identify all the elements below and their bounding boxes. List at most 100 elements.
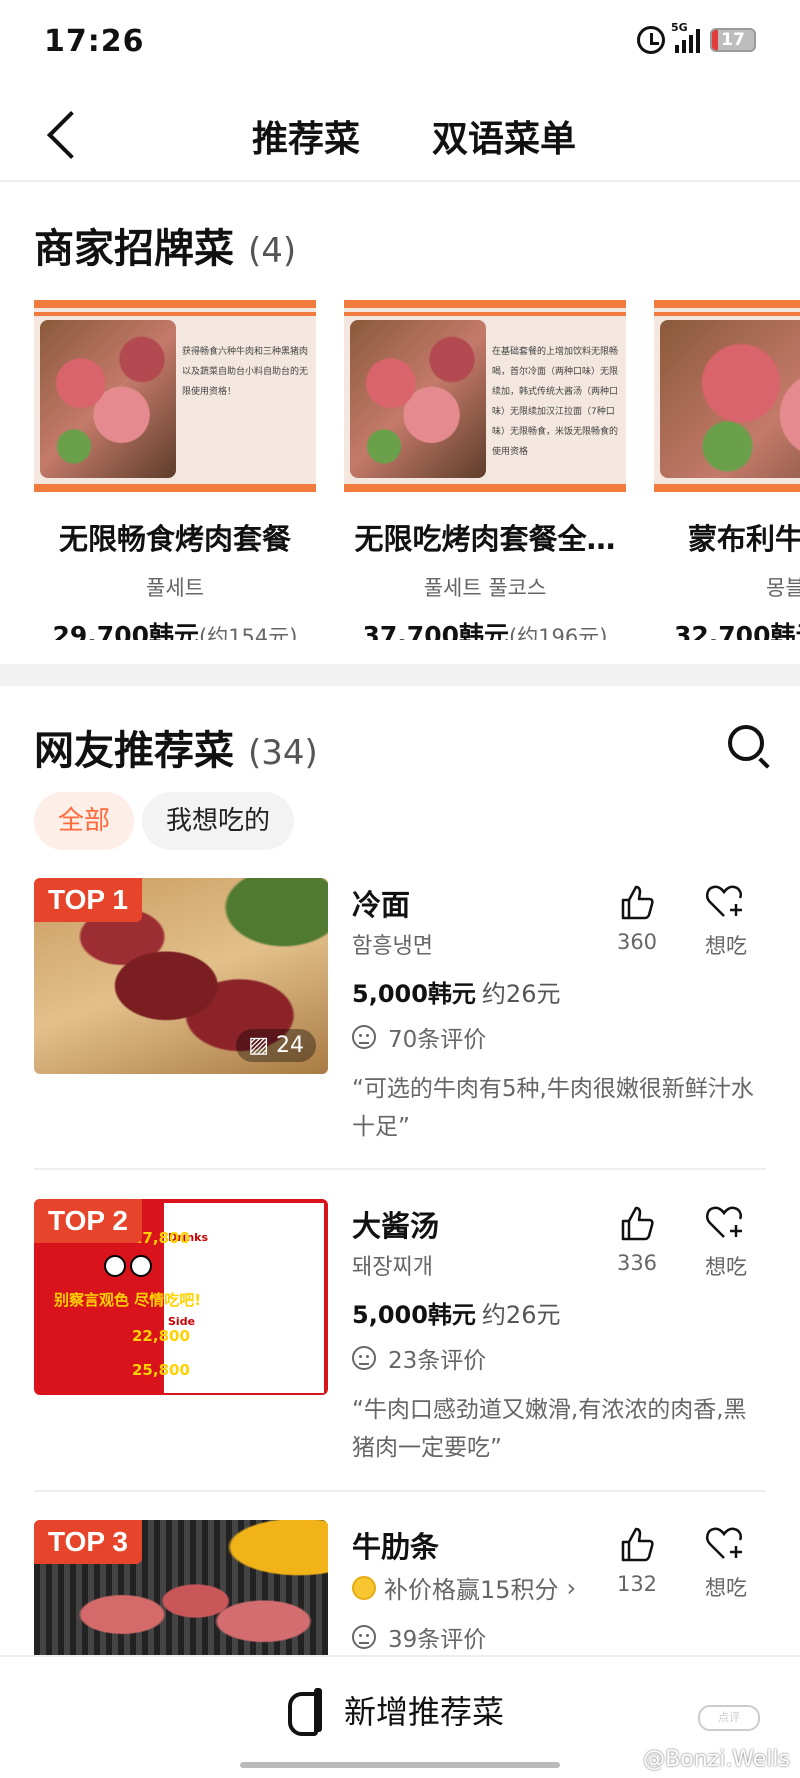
want-label: 想吃 — [705, 1255, 747, 1279]
price-krw: 32,700韩元 — [674, 621, 800, 640]
menu-side-label: Side — [168, 1315, 196, 1328]
signature-carousel[interactable]: 获得畅食六种牛肉和三种黑猪肉以及蔬菜自助台小料自助台的无限使用资格！ 无限畅食烤… — [0, 300, 800, 640]
bonus-text: 补价格赢15积分 — [384, 1576, 559, 1604]
price-cny: (约154元) — [199, 625, 298, 640]
dish-korean-name: 함흥냉면 — [352, 934, 433, 959]
like-button[interactable]: 336 — [612, 1203, 662, 1275]
dish-price: 5,000韩元 约26元 — [352, 1295, 560, 1330]
tab-bilingual-menu[interactable]: 双语菜单 — [432, 110, 576, 162]
list-divider — [34, 1490, 766, 1492]
status-icons: 5G 17 — [637, 21, 756, 54]
review-count-text: 39条评价 — [388, 1627, 487, 1653]
home-indicator[interactable] — [240, 1762, 560, 1768]
dish-list-item[interactable]: Drinks Side 27,800 别察言观色 尽情吃吧! 22,800 25… — [34, 1199, 766, 1469]
dish-korean-name: 풀세트 풀코스 — [423, 576, 547, 600]
add-recommendation-button[interactable]: 新增推荐菜 — [288, 1687, 505, 1736]
review-count[interactable]: 70条评价 — [352, 1020, 486, 1054]
dish-price: 29,700韩元(约154元) — [34, 616, 316, 640]
signature-card[interactable]: 获得畅食六种牛肉和三种黑猪肉以及蔬菜自助台小料自助台的无限使用资格！ 无限畅食烤… — [34, 300, 316, 640]
recommend-count: (34) — [247, 733, 318, 773]
menu-drinks-label: Drinks — [168, 1231, 209, 1244]
price-krw: 5,000韩元 — [352, 980, 476, 1008]
dish-name: 牛肋条 — [352, 1530, 440, 1564]
signature-card[interactable]: 蒙布利牛 몽블 32,700韩元 — [654, 300, 800, 640]
rank-badge: TOP 3 — [34, 1520, 142, 1564]
dish-name: 无限畅食烤肉套餐 — [58, 522, 291, 556]
want-to-eat-button[interactable]: 想吃 — [698, 882, 754, 960]
signature-card[interactable]: 在基础套餐的上增加饮料无限畅喝，首尔冷面（两种口味）无限续加，韩式传统大酱汤（两… — [344, 300, 626, 640]
signature-title-text: 商家招牌菜 — [34, 226, 234, 272]
price-krw: 37,700韩元 — [362, 621, 509, 640]
comment-face-icon — [352, 1025, 376, 1049]
thumbs-up-icon — [621, 1206, 654, 1241]
price-bonus-link[interactable]: 补价格赢15积分 › — [352, 1570, 576, 1605]
signature-card-image: 在基础套餐的上增加饮料无限畅喝，首尔冷面（两种口味）无限续加，韩式传统大酱汤（两… — [344, 300, 626, 492]
alarm-icon — [637, 26, 665, 54]
network-label: 5G — [671, 21, 688, 34]
dish-korean-name: 풀세트 — [146, 576, 204, 600]
dish-list-item[interactable]: TOP 1 ▨ 24 冷面 함흥냉면 5,000韩元 约26元 70条评价 “可选… — [34, 878, 766, 1148]
signature-section-title: 商家招牌菜 (4) — [34, 216, 296, 274]
like-count: 132 — [616, 1572, 658, 1596]
menu-price: 25,800 — [132, 1361, 190, 1379]
signal-icon: 5G — [671, 21, 700, 53]
recommend-section-title: 网友推荐菜 (34) — [34, 718, 318, 776]
status-bar: 17:26 5G 17 — [0, 0, 800, 90]
status-time: 17:26 — [44, 24, 145, 59]
dish-price: 37,700韩元(约196元) — [344, 616, 626, 640]
want-to-eat-button[interactable]: 想吃 — [698, 1203, 754, 1281]
price-cny: 约26元 — [481, 980, 561, 1008]
menu-slogan: 别察言观色 尽情吃吧! — [54, 1291, 202, 1309]
review-quote: “可选的牛肉有5种,牛肉很嫩很新鲜汁水十足” — [352, 1076, 754, 1140]
signature-card-image — [654, 300, 800, 492]
comment-face-icon — [352, 1625, 376, 1649]
dish-name: 无限吃烤肉套餐全… — [354, 522, 616, 556]
back-arrow-icon[interactable] — [44, 108, 80, 164]
bbq-photo — [350, 320, 486, 478]
review-count-text: 23条评价 — [388, 1348, 487, 1374]
dish-price: 32,700韩元 — [654, 616, 800, 640]
dish-list-item[interactable]: TOP 3 牛肋条 补价格赢15积分 › 39条评价 132 想吃 — [34, 1520, 766, 1655]
top-nav: 推荐菜 双语菜单 — [0, 90, 800, 182]
search-icon[interactable] — [728, 725, 764, 761]
image-caption: 在基础套餐的上增加饮料无限畅喝，首尔冷面（两种口味）无限续加，韩式传统大酱汤（两… — [492, 347, 619, 457]
watermark: @Bonzi.Wells — [643, 1747, 790, 1772]
tab-recommended-label: 推荐菜 — [252, 119, 361, 160]
thumbs-up-icon — [621, 1527, 654, 1562]
tab-active-underline — [252, 160, 361, 168]
coin-icon — [352, 1575, 376, 1600]
bbq-photo — [660, 320, 800, 478]
signature-card-image: 获得畅食六种牛肉和三种黑猪肉以及蔬菜自助台小料自助台的无限使用资格！ — [34, 300, 316, 492]
dish-image[interactable]: TOP 1 ▨ 24 — [34, 878, 328, 1074]
price-krw: 5,000韩元 — [352, 1301, 476, 1329]
want-to-eat-button[interactable]: 想吃 — [698, 1524, 754, 1602]
filter-chip-want-to-eat[interactable]: 我想吃的 — [142, 792, 295, 850]
signature-count: (4) — [247, 231, 297, 271]
want-label: 想吃 — [705, 934, 747, 958]
review-count[interactable]: 23条评价 — [352, 1341, 486, 1375]
battery-icon: 17 — [710, 28, 756, 52]
bottom-action-bar: 新增推荐菜 点评 @Bonzi.Wells — [0, 1655, 800, 1778]
dish-name: 大酱汤 — [352, 1209, 440, 1243]
image-caption: 获得畅食六种牛肉和三种黑猪肉以及蔬菜自助台小料自助台的无限使用资格！ — [182, 347, 309, 397]
comment-face-icon — [352, 1346, 376, 1370]
dish-image[interactable]: Drinks Side 27,800 别察言观色 尽情吃吧! 22,800 25… — [34, 1199, 328, 1395]
want-label: 想吃 — [705, 1576, 747, 1600]
rank-badge: TOP 2 — [34, 1199, 142, 1243]
tab-recommended[interactable]: 推荐菜 — [252, 110, 361, 168]
price-krw: 29,700韩元 — [52, 621, 199, 640]
photo-count-value: 24 — [276, 1033, 304, 1058]
review-count[interactable]: 39条评价 — [352, 1620, 486, 1654]
filter-chip-all[interactable]: 全部 — [34, 792, 135, 850]
like-count: 336 — [616, 1251, 658, 1275]
heart-plus-icon — [705, 1206, 742, 1238]
bbq-photo — [40, 320, 176, 478]
add-recommendation-label: 新增推荐菜 — [344, 1693, 505, 1731]
eyes-graphic — [104, 1255, 154, 1281]
rank-badge: TOP 1 — [34, 878, 142, 922]
like-button[interactable]: 132 — [612, 1524, 662, 1596]
dish-image[interactable]: TOP 3 — [34, 1520, 328, 1655]
dish-name: 蒙布利牛 — [688, 522, 800, 556]
like-button[interactable]: 360 — [612, 882, 662, 954]
review-quote: “牛肉口感劲道又嫩滑,有浓浓的肉香,黑猪肉一定要吃” — [352, 1397, 747, 1461]
